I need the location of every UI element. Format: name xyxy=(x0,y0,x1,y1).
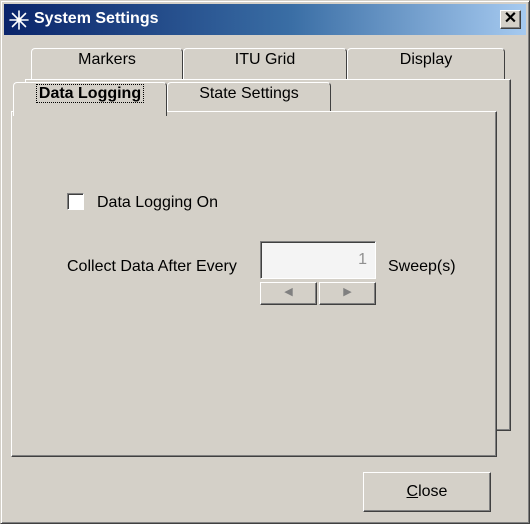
sweep-count-input[interactable] xyxy=(260,241,376,279)
tab-data-logging[interactable]: Data Logging xyxy=(13,82,167,116)
tab-label: Display xyxy=(399,51,453,68)
data-logging-checkbox[interactable] xyxy=(67,193,84,210)
close-button[interactable]: Close xyxy=(363,472,491,512)
tab-markers[interactable]: Markers xyxy=(31,48,183,80)
arrow-right-icon: ▶ xyxy=(343,286,352,298)
tab-label: Markers xyxy=(78,51,136,68)
collect-data-label: Collect Data After Every xyxy=(67,258,237,275)
system-settings-dialog: System Settings ✕ Markers ITU Grid Displ… xyxy=(0,0,530,524)
increment-button[interactable]: ▶ xyxy=(319,282,376,305)
tab-label: State Settings xyxy=(199,85,299,102)
window-close-button[interactable]: ✕ xyxy=(500,10,521,29)
tab-label: ITU Grid xyxy=(234,51,296,68)
tab-label: Data Logging xyxy=(35,84,145,103)
data-logging-checkbox-label[interactable]: Data Logging On xyxy=(97,194,218,212)
decrement-button[interactable]: ◀ xyxy=(260,282,317,305)
close-button-label: lose xyxy=(418,483,448,500)
agilent-spark-icon xyxy=(9,10,29,30)
tab-display[interactable]: Display xyxy=(347,48,505,80)
arrow-left-icon: ◀ xyxy=(284,286,293,298)
tab-itu-grid[interactable]: ITU Grid xyxy=(183,48,347,80)
sweep-unit-label: Sweep(s) xyxy=(388,258,456,275)
close-icon: ✕ xyxy=(503,10,518,27)
window-title: System Settings xyxy=(34,10,159,27)
tab-state-settings[interactable]: State Settings xyxy=(167,82,331,114)
tab-panel-data-logging xyxy=(11,111,497,457)
title-bar[interactable]: System Settings ✕ xyxy=(4,4,526,35)
close-button-mnemonic: C xyxy=(406,483,419,500)
